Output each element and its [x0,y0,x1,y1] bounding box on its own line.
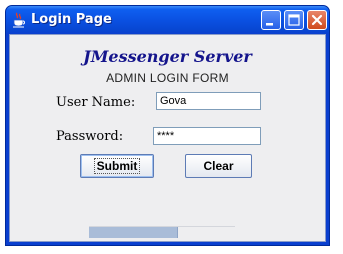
java-cup-icon [11,12,27,28]
form-panel: JMessenger Server ADMIN LOGIN FORM User … [9,34,326,242]
progress-bar [89,226,235,238]
password-label: Password: [56,129,124,144]
clear-button-label: Clear [203,159,234,173]
window-title: Login Page [31,12,112,27]
minimize-button[interactable] [261,10,281,30]
title-bar[interactable]: Login Page [6,6,329,34]
username-field[interactable] [156,92,261,110]
clear-button[interactable]: Clear [185,154,252,178]
submit-button[interactable]: Submit [80,154,154,178]
minimize-icon [266,23,273,26]
close-icon [311,14,323,26]
login-window: Login Page JMessenger Server ADMIN LOGIN… [5,5,330,246]
maximize-button[interactable] [284,10,304,30]
app-heading: JMessenger Server [83,47,252,66]
username-label: User Name: [56,95,136,110]
submit-button-label: Submit [93,158,141,174]
form-subheading: ADMIN LOGIN FORM [106,71,229,85]
progress-bar-fill [89,227,178,238]
close-button[interactable] [307,10,327,30]
maximize-icon [288,14,300,26]
password-field[interactable] [153,127,261,145]
